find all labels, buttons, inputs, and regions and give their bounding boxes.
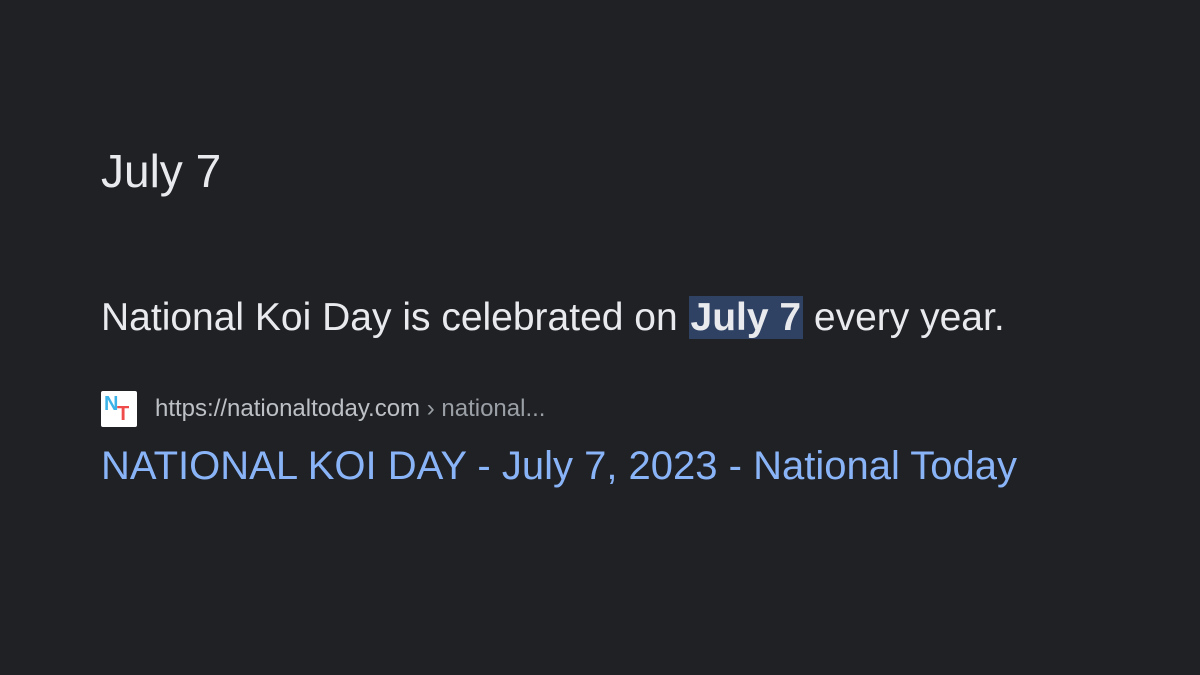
source-url[interactable]: https://nationaltoday.com xyxy=(155,395,420,423)
source-breadcrumb[interactable]: › national... xyxy=(420,395,546,423)
featured-answer: July 7 xyxy=(101,145,222,197)
result-title-link[interactable]: NATIONAL KOI DAY - July 7, 2023 - Nation… xyxy=(101,440,1017,492)
source-citation[interactable]: N T https://nationaltoday.com › national… xyxy=(101,391,545,427)
snippet-highlight: July 7 xyxy=(688,296,804,339)
snippet-text-after: every year. xyxy=(803,296,1005,339)
nationaltoday-favicon-icon: N T xyxy=(101,391,137,427)
snippet-text-before: National Koi Day is celebrated on xyxy=(101,296,689,339)
snippet-text: National Koi Day is celebrated on July 7… xyxy=(101,292,1005,344)
favicon-letter-t: T xyxy=(117,403,130,425)
